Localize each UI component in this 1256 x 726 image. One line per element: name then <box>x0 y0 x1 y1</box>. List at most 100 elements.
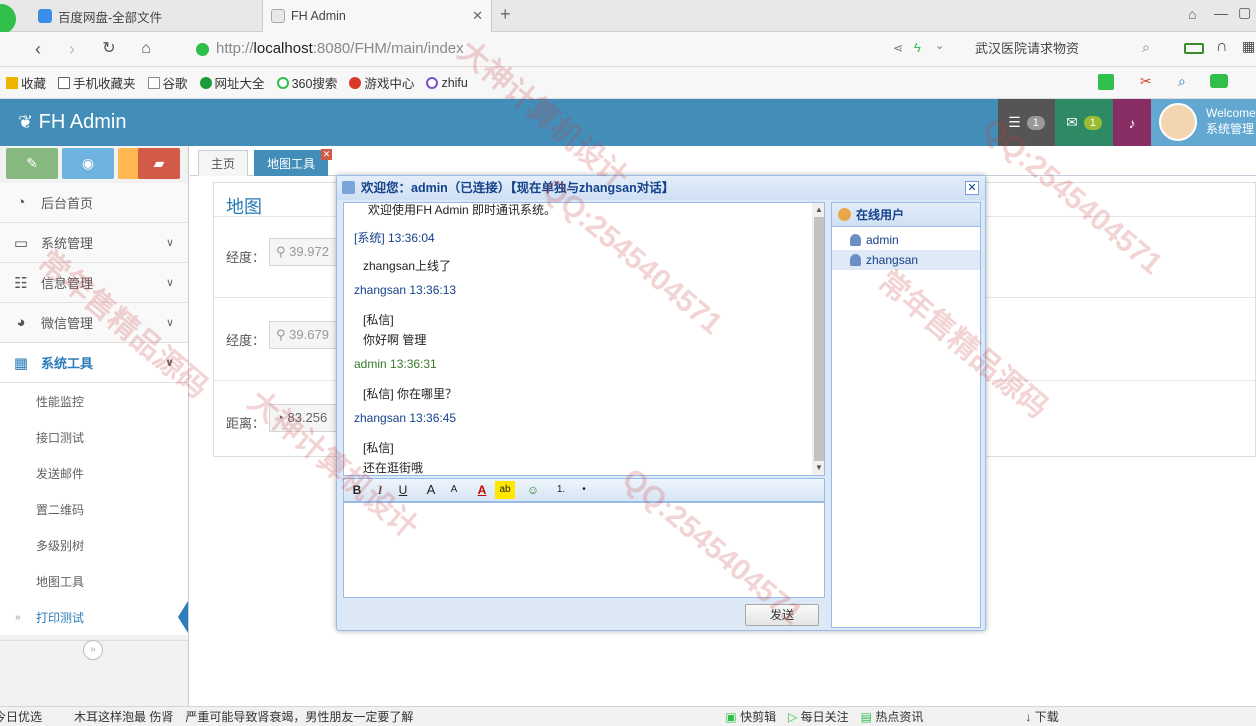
menu-system-admin[interactable]: ▭ 系统管理 ∨ <box>0 223 188 263</box>
forward-icon[interactable]: › <box>60 37 84 61</box>
menu-system-tools[interactable]: ▦ 系统工具 ∨ <box>0 343 188 383</box>
close-icon[interactable]: ✕ <box>965 181 979 195</box>
bookmark-favorites[interactable]: 收藏 <box>6 73 46 92</box>
page-icon <box>147 76 160 89</box>
chevron-down-icon: ∨ <box>165 237 174 249</box>
menu-info-admin[interactable]: ☷ 信息管理 ∨ <box>0 263 188 303</box>
scissors-icon[interactable]: ✂ <box>1140 73 1152 90</box>
font-size-down-button[interactable]: A <box>444 481 464 499</box>
ordered-list-button[interactable]: 1. <box>551 481 571 499</box>
submenu-map-tool[interactable]: 地图工具 <box>0 563 188 599</box>
underline-button[interactable]: U <box>393 481 413 499</box>
emoticon-button[interactable]: ☺ <box>523 481 543 499</box>
unordered-list-button[interactable]: • <box>574 481 594 499</box>
font-color-button[interactable]: A <box>472 481 492 499</box>
bookmark-zhifu[interactable]: zhifu <box>426 76 468 90</box>
scroll-up-icon[interactable]: ▲ <box>815 205 823 214</box>
url-field[interactable]: http://localhost:8080/FHM/main/index <box>216 37 986 61</box>
messages-badge: 1 <box>1083 115 1102 130</box>
minimize-button[interactable]: — <box>1214 5 1228 21</box>
home-icon[interactable]: ⌂ <box>134 37 158 61</box>
tasks-icon: ☰ <box>1008 114 1021 130</box>
submenu-api-test[interactable]: 接口测试 <box>0 419 188 455</box>
chevron-right-icon: » <box>15 611 21 623</box>
tshirt-icon[interactable]: ⌂ <box>1188 6 1196 22</box>
shortcut-eye-button[interactable]: ◉ <box>62 148 114 179</box>
status-news-1[interactable]: 木耳这样泡最 伤肾 <box>74 708 173 725</box>
status-news-2[interactable]: 严重可能导致肾衰竭，男性朋友一定要了解 <box>185 708 413 725</box>
grid-menu-icon[interactable]: ▦ <box>1242 38 1255 55</box>
browser-tab-fhadmin[interactable]: FH Admin ✕ <box>262 0 492 32</box>
share-icon[interactable]: ⋖ <box>893 41 903 55</box>
submenu-send-mail[interactable]: 发送邮件 <box>0 455 188 491</box>
bookmark-wangzhi[interactable]: 网址大全 <box>199 73 265 92</box>
italic-button[interactable]: I <box>370 481 390 499</box>
shortcut-folder-button[interactable]: ▰ <box>138 148 180 179</box>
search-field[interactable]: 武汉医院请求物资 <box>965 36 1165 62</box>
status-quick-edit[interactable]: ▣ 快剪辑 <box>725 708 776 725</box>
tasks-badge: 1 <box>1026 115 1045 130</box>
status-daily[interactable]: ▷ 每日关注 <box>788 708 849 725</box>
message-text: [私信] <box>363 313 394 327</box>
close-tab-icon[interactable]: ✕ <box>321 149 332 160</box>
brand-logo[interactable]: ❦ FH Admin <box>18 107 126 137</box>
translate-icon[interactable] <box>1098 74 1114 90</box>
headphone-icon[interactable]: ∩ <box>1216 38 1228 56</box>
menu-dashboard[interactable]: ◔ 后台首页 <box>0 183 188 223</box>
status-download[interactable]: ↓ 下载 <box>1025 708 1058 725</box>
scroll-thumb[interactable] <box>814 217 824 461</box>
send-button[interactable]: 发送 <box>745 604 819 626</box>
bookmark-games[interactable]: 游戏中心 <box>349 73 414 92</box>
pencil-icon: ✎ <box>26 155 38 171</box>
window-button[interactable]: ▢ <box>1238 4 1251 21</box>
refresh-icon[interactable]: ↻ <box>97 37 121 61</box>
submenu-qrcode[interactable]: 置二维码 <box>0 491 188 527</box>
new-tab-button[interactable]: + <box>500 4 511 25</box>
tab-home[interactable]: 主页 <box>198 150 249 176</box>
scissors-icon: ▣ <box>725 710 737 724</box>
latitude-label: 经度： <box>226 333 266 348</box>
user-item[interactable]: admin <box>832 230 980 250</box>
chevron-down-icon: ∨ <box>165 317 174 329</box>
user-item[interactable]: zhangsan <box>832 250 980 270</box>
battery-icon[interactable] <box>1184 43 1204 54</box>
close-tab-icon[interactable]: ✕ <box>472 8 483 24</box>
tasks-button[interactable]: ☰ 1 <box>998 99 1055 146</box>
message-header: zhangsan 13:36:13 <box>354 283 457 297</box>
status-item[interactable]: 今日优选 <box>0 708 42 725</box>
status-hot-news[interactable]: ▤ 热点资讯 <box>861 708 924 725</box>
tab-map-tool[interactable]: 地图工具 <box>254 150 329 176</box>
bookmark-google[interactable]: 谷歌 <box>147 73 188 92</box>
message-text: [私信] 你在哪里？ <box>363 387 458 401</box>
chevron-down-icon[interactable]: ⌄ <box>935 39 944 52</box>
notifications-button[interactable]: ♪ <box>1113 99 1151 146</box>
bold-button[interactable]: B <box>347 481 367 499</box>
messages-button[interactable]: ✉ 1 <box>1055 99 1113 146</box>
game-pad-icon[interactable] <box>1210 74 1228 88</box>
shortcut-pencil-button[interactable]: ✎ <box>6 148 58 179</box>
message-text: zhangsan上线了 <box>363 259 452 273</box>
highlight-button[interactable]: ab <box>495 481 515 499</box>
avatar[interactable] <box>1159 103 1197 141</box>
message-editor[interactable] <box>343 502 825 598</box>
submenu-print-test[interactable]: » 打印测试 <box>0 599 188 635</box>
scrollbar[interactable]: ▲ ▼ <box>812 203 824 475</box>
message-header: admin 13:36:31 <box>354 357 437 371</box>
chat-message-area[interactable]: 欢迎使用FH Admin 即时通讯系统。 [系统] 13:36:04 zhang… <box>343 202 825 476</box>
search-icon[interactable]: ⌕ <box>1142 39 1150 56</box>
collapse-sidebar-button[interactable]: » <box>83 640 103 660</box>
editor-toolbar: B I U A A A ab ☺ 1. • <box>343 478 825 502</box>
scroll-down-icon[interactable]: ▼ <box>815 463 823 472</box>
submenu-perf-monitor[interactable]: 性能监控 <box>0 383 188 419</box>
submenu-tree[interactable]: 多级别树 <box>0 527 188 563</box>
back-icon[interactable]: ‹ <box>26 37 50 61</box>
menu-wechat-admin[interactable]: ◕ 微信管理 ∨ <box>0 303 188 343</box>
news-icon: ▤ <box>860 710 873 724</box>
chat-title[interactable]: 欢迎您：admin（已连接）【现在单独与zhangsan对话】 <box>337 176 985 200</box>
bookmark-360[interactable]: 360搜索 <box>276 73 337 92</box>
font-size-up-button[interactable]: A <box>421 481 441 499</box>
browser-tab-baidu[interactable]: 百度网盘-全部文件 <box>30 0 260 32</box>
search-icon[interactable]: ⌕ <box>1178 73 1186 90</box>
bookmark-mobile[interactable]: 手机收藏夹 <box>58 73 136 92</box>
lightning-icon[interactable]: ϟ <box>914 40 921 55</box>
